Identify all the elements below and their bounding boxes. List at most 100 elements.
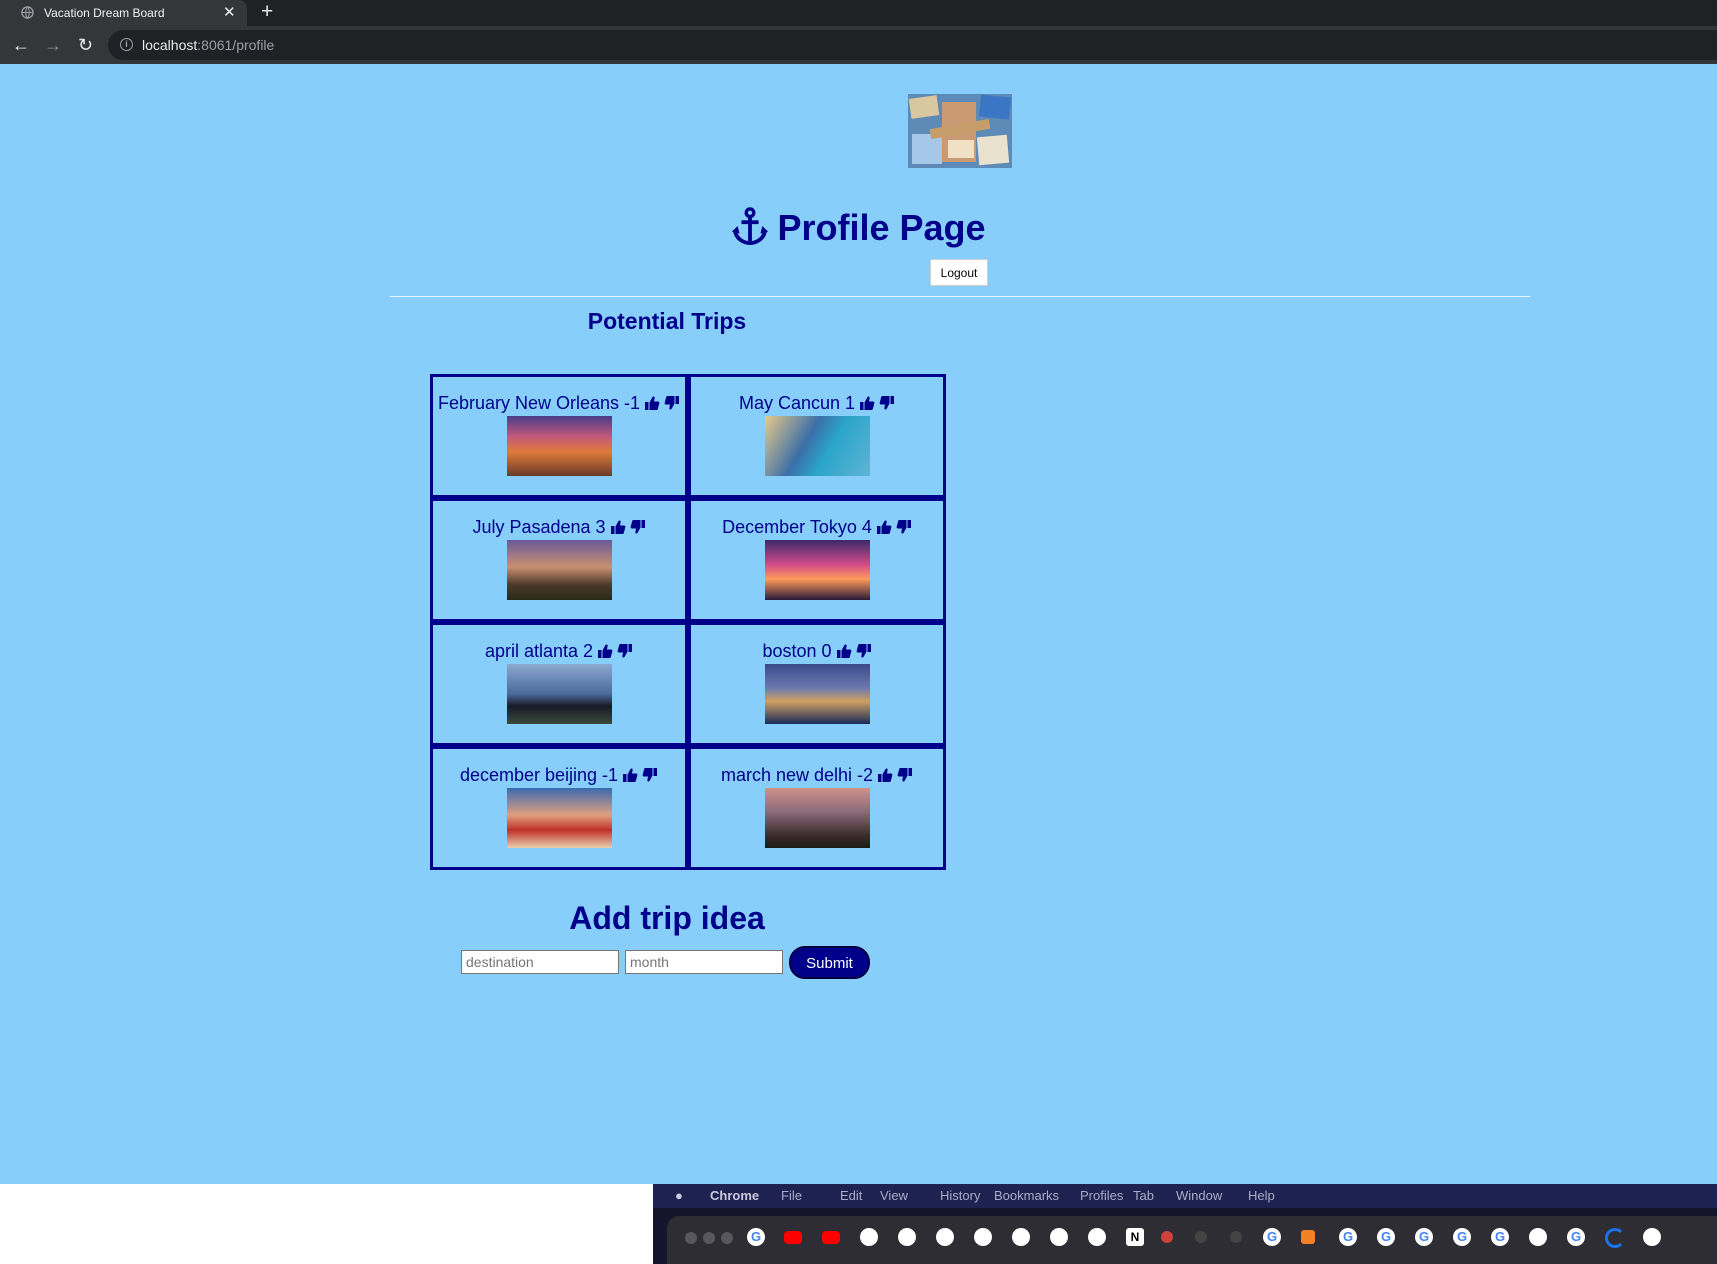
trip-label: december beijing -1 [459,765,619,785]
thumbs-up-icon[interactable] [622,767,638,783]
menu-app-name[interactable]: Chrome [710,1188,759,1203]
github-icon[interactable] [898,1228,916,1246]
github-icon[interactable] [1050,1228,1068,1246]
trip-label: February New Orleans -1 [437,393,641,413]
mac-menu-file[interactable]: File [781,1188,802,1203]
divider [390,296,1530,297]
window-minimize-icon[interactable] [703,1232,715,1244]
thumbs-down-icon[interactable] [664,395,680,411]
thumbs-down-icon[interactable] [630,519,646,535]
stack-overflow-icon[interactable] [1301,1230,1315,1244]
forward-arrow-icon[interactable]: → [44,35,62,55]
trip-card: February New Orleans -1 [430,374,688,498]
back-arrow-icon[interactable]: ← [12,35,30,55]
loading-icon[interactable] [1605,1228,1625,1248]
submit-button[interactable]: Submit [789,946,870,979]
tab-title: Vacation Dream Board [44,6,165,20]
close-icon[interactable]: ✕ [223,3,236,21]
mac-menu-window[interactable]: Window [1176,1188,1222,1203]
github-icon[interactable] [860,1228,878,1246]
window-close-icon[interactable] [685,1232,697,1244]
vacation-logo-image [908,94,1012,168]
trip-card: december beijing -1 [430,746,688,870]
thumbs-down-icon[interactable] [879,395,895,411]
thumbs-down-icon[interactable] [642,767,658,783]
thumbs-down-icon[interactable] [856,643,872,659]
trip-label: July Pasadena 3 [472,517,606,537]
mac-menu-history[interactable]: History [940,1188,980,1203]
record-icon[interactable] [1161,1231,1173,1243]
google-icon[interactable]: G [1415,1228,1433,1246]
google-icon[interactable]: G [1453,1228,1471,1246]
mac-menu-profiles[interactable]: Profiles [1080,1188,1123,1203]
logout-button[interactable]: Logout [930,259,988,286]
reload-icon[interactable]: ↻ [78,35,93,55]
dot-icon[interactable] [1230,1231,1242,1243]
thumbs-up-icon[interactable] [877,767,893,783]
trip-card: march new delhi -2 [688,746,946,870]
dock-tray: GNGGGGGGG [667,1216,1717,1264]
trip-label: march new delhi -2 [720,765,874,785]
thumbs-up-icon[interactable] [836,643,852,659]
globe-icon [21,6,34,19]
mac-menu-help[interactable]: Help [1248,1188,1275,1203]
trip-label: December Tokyo 4 [722,517,872,537]
month-input[interactable] [625,950,783,974]
github-icon[interactable] [936,1228,954,1246]
new-tab-icon[interactable]: + [261,0,273,24]
trip-card: May Cancun 1 [688,374,946,498]
trip-photo [506,540,612,600]
mac-menu-bookmarks[interactable]: Bookmarks [994,1188,1059,1203]
anchor-icon [732,207,769,246]
trips-grid: February New Orleans -1 May Cancun 1 July … [430,374,946,870]
browser-toolbar: ← → ↻ i localhost:8061/profile [0,26,1717,65]
mac-menu-view[interactable]: View [880,1188,908,1203]
trip-label: april atlanta 2 [484,641,594,661]
info-icon[interactable]: i [120,38,133,51]
page-body: Profile Page Logout Potential Trips Febr… [0,64,1717,1184]
thumbs-up-icon[interactable] [610,519,626,535]
thumbs-up-icon[interactable] [644,395,660,411]
google-icon[interactable]: G [747,1228,765,1246]
youtube-icon[interactable] [822,1231,840,1244]
github-icon[interactable] [974,1228,992,1246]
google-icon[interactable]: G [1567,1228,1585,1246]
github-icon[interactable] [1012,1228,1030,1246]
github-icon[interactable] [1088,1228,1106,1246]
thumbs-up-icon[interactable] [859,395,875,411]
page-title-text: Profile Page [777,207,986,248]
trip-label: May Cancun 1 [738,393,856,413]
thumbs-down-icon[interactable] [897,767,913,783]
destination-input[interactable] [461,950,619,974]
chrome-icon[interactable] [1643,1228,1661,1246]
google-icon[interactable]: G [1339,1228,1357,1246]
notion-icon[interactable]: N [1126,1228,1144,1246]
google-icon[interactable]: G [1263,1228,1281,1246]
mac-menu-tab[interactable]: Tab [1133,1188,1154,1203]
trip-card: December Tokyo 4 [688,498,946,622]
thumbs-up-icon[interactable] [876,519,892,535]
trip-label: boston 0 [762,641,832,661]
browser-tab[interactable]: Vacation Dream Board ✕ [0,0,247,26]
dot-icon[interactable] [1195,1231,1207,1243]
trip-photo [764,664,870,724]
address-bar[interactable]: i localhost:8061/profile [108,30,1717,60]
window-zoom-icon[interactable] [721,1232,733,1244]
trip-photo [506,664,612,724]
add-trip-heading: Add trip idea [569,900,765,936]
trip-card: boston 0 [688,622,946,746]
thumbs-down-icon[interactable] [617,643,633,659]
thumbs-up-icon[interactable] [597,643,613,659]
youtube-icon[interactable] [784,1231,802,1244]
trip-photo [764,416,870,476]
google-icon[interactable]: G [1491,1228,1509,1246]
thumbs-down-icon[interactable] [896,519,912,535]
page-title: Profile Page [0,206,1717,249]
apple-icon[interactable]: ● [675,1188,683,1203]
google-icon[interactable]: G [1377,1228,1395,1246]
trip-photo [506,788,612,848]
trip-photo [506,416,612,476]
mac-menu-edit[interactable]: Edit [840,1188,862,1203]
chrome-icon[interactable] [1529,1228,1547,1246]
trip-card: July Pasadena 3 [430,498,688,622]
